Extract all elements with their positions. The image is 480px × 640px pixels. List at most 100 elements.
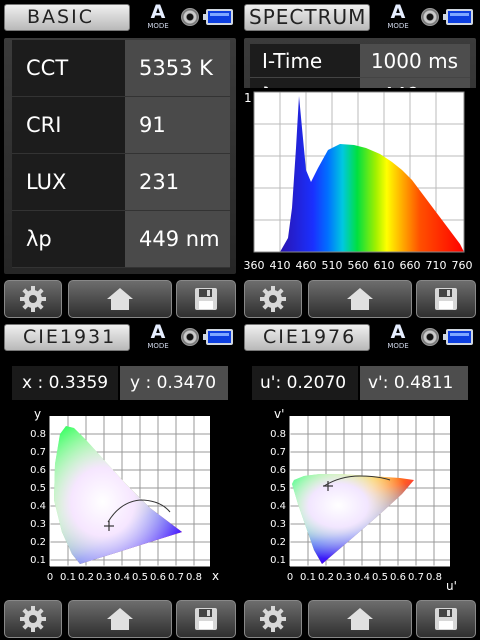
battery-icon <box>443 329 473 345</box>
battery-icon <box>203 329 233 345</box>
y-tick-label: 0.5 <box>270 483 286 494</box>
panel-title[interactable]: CIE1931 <box>4 324 130 351</box>
row-label: CCT <box>12 40 125 97</box>
footer-toolbar <box>0 598 240 640</box>
home-button[interactable] <box>68 600 172 638</box>
y-tick-label: 0.2 <box>30 537 46 548</box>
mode-label: MODE <box>387 22 409 30</box>
mode-label: MODE <box>147 22 169 30</box>
panel-title[interactable]: SPECTRUM <box>244 4 370 31</box>
x-tick-label: 0.3 <box>96 572 112 583</box>
mode-letter: A <box>390 1 406 23</box>
cie1976-panel: CIE1976 A MODE u': 0.2070 v': 0.4811 v' … <box>240 320 480 640</box>
row-label: λp <box>12 211 125 268</box>
save-button[interactable] <box>416 280 476 318</box>
x-label: x <box>22 373 33 393</box>
y-axis-label: y <box>34 407 41 421</box>
save-button[interactable] <box>176 600 236 638</box>
itime-value: 1000 ms <box>360 44 470 78</box>
settings-button[interactable] <box>244 280 302 318</box>
y-value: 0.3470 <box>156 373 217 393</box>
y-tick-label: 0.1 <box>270 555 286 566</box>
home-icon <box>347 608 373 630</box>
row-value: 91 <box>125 97 230 154</box>
battery-icon <box>443 9 473 25</box>
mode-button[interactable]: A MODE <box>383 2 413 32</box>
row-value: 449 nm <box>125 211 230 268</box>
shutter-icon[interactable] <box>421 328 439 346</box>
table-row: λp 449 nm <box>12 211 230 268</box>
x-tick-label: 0.7 <box>408 572 424 583</box>
x-tick-label: 0.4 <box>114 572 130 583</box>
home-button[interactable] <box>308 280 412 318</box>
mode-button[interactable]: A MODE <box>143 322 173 352</box>
x-tick-label: 360 <box>244 259 265 272</box>
cie1931-panel: CIE1931 A MODE x : 0.3359 y : 0.3470 y x… <box>0 320 240 640</box>
mode-button[interactable]: A MODE <box>383 322 413 352</box>
x-tick-label: 510 <box>322 259 343 272</box>
settings-button[interactable] <box>4 280 62 318</box>
x-tick-label: 0 <box>47 572 53 583</box>
gear-icon <box>20 606 46 632</box>
settings-button[interactable] <box>4 600 62 638</box>
save-icon <box>435 608 457 630</box>
mode-letter: A <box>390 321 406 343</box>
gear-icon <box>20 286 46 312</box>
x-tick-label: 0.1 <box>60 572 76 583</box>
x-axis-label: x <box>212 569 219 583</box>
home-button[interactable] <box>68 280 172 318</box>
x-tick-label: 0.2 <box>318 572 334 583</box>
x-tick-label: 0.6 <box>390 572 406 583</box>
row-label: CRI <box>12 97 125 154</box>
v-value: 0.4811 <box>393 373 454 393</box>
x-tick-label: 0.5 <box>132 572 148 583</box>
shutter-icon[interactable] <box>181 8 199 26</box>
panel-header: SPECTRUM A MODE <box>240 0 480 36</box>
x-tick-label: 0.5 <box>372 572 388 583</box>
spectrum-chart: 1 360 410 460 510 560 610 660 710 760 <box>240 88 480 274</box>
home-button[interactable] <box>308 600 412 638</box>
x-tick-label: 0.6 <box>150 572 166 583</box>
v-label: v' <box>368 373 383 393</box>
y-coordinate-readout: y : 0.3470 <box>120 366 228 400</box>
settings-button[interactable] <box>244 600 302 638</box>
x-tick-label: 0.1 <box>300 572 316 583</box>
v-separator: : <box>382 373 394 393</box>
panel-title[interactable]: BASIC <box>4 4 130 31</box>
x-tick-label: 760 <box>452 259 473 272</box>
x-tick-label: 560 <box>348 259 369 272</box>
y-axis-top-label: 1 <box>244 91 252 105</box>
u-value: 0.2070 <box>286 373 347 393</box>
save-icon <box>195 288 217 310</box>
u-separator: : <box>275 373 287 393</box>
home-icon <box>107 608 133 630</box>
gear-icon <box>260 286 286 312</box>
table-row: CRI 91 <box>12 97 230 154</box>
table-row: CCT 5353 K <box>12 40 230 97</box>
footer-toolbar <box>240 598 480 640</box>
save-button[interactable] <box>176 280 236 318</box>
spectrum-panel: SPECTRUM A MODE I-Time 1000 ms λp 449 nm <box>240 0 480 320</box>
y-tick-label: 0.6 <box>30 465 46 476</box>
row-value: 5353 K <box>125 40 230 97</box>
x-tick-label: 0.4 <box>354 572 370 583</box>
x-tick-label: 460 <box>296 259 317 272</box>
panel-title[interactable]: CIE1976 <box>244 324 370 351</box>
x-tick-label: 710 <box>426 259 447 272</box>
y-tick-label: 0.5 <box>30 483 46 494</box>
row-label: LUX <box>12 154 125 211</box>
save-button[interactable] <box>416 600 476 638</box>
y-tick-label: 0.1 <box>30 555 46 566</box>
table-row: LUX 231 <box>12 154 230 211</box>
u-label: u' <box>260 373 276 393</box>
y-tick-label: 0.7 <box>270 447 286 458</box>
home-icon <box>347 288 373 310</box>
save-icon <box>435 288 457 310</box>
mode-button[interactable]: A MODE <box>143 2 173 32</box>
footer-toolbar <box>0 278 240 320</box>
row-value: 231 <box>125 154 230 211</box>
shutter-icon[interactable] <box>181 328 199 346</box>
shutter-icon[interactable] <box>421 8 439 26</box>
y-tick-label: 0.6 <box>270 465 286 476</box>
battery-icon <box>203 9 233 25</box>
